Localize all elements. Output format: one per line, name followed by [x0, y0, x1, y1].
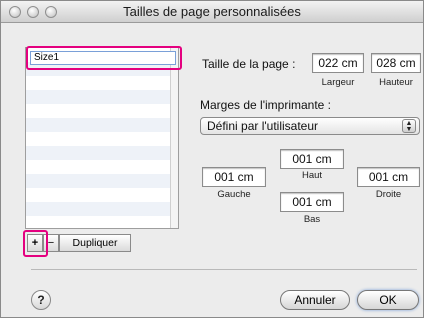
left-margin-label: Gauche: [217, 189, 251, 200]
duplicate-button[interactable]: Dupliquer: [59, 234, 131, 252]
width-label: Largeur: [321, 77, 355, 88]
page-height-field[interactable]: 028 cm: [371, 53, 421, 73]
height-label: Hauteur: [379, 77, 413, 88]
cancel-button[interactable]: Annuler: [280, 290, 350, 310]
list-item[interactable]: [26, 90, 178, 104]
list-item[interactable]: [26, 160, 178, 174]
left-margin-field[interactable]: 001 cm: [202, 167, 266, 187]
list-item[interactable]: [26, 146, 178, 160]
footer-divider: [31, 269, 417, 270]
list-scrollbar[interactable]: [170, 48, 178, 228]
list-item[interactable]: [26, 174, 178, 188]
add-button-highlight-box: [23, 230, 48, 257]
page-size-label: Taille de la page :: [202, 57, 296, 71]
page-sizes-list[interactable]: [25, 47, 179, 229]
custom-page-size-dialog: Tailles de page personnalisées Size1 + −…: [0, 0, 424, 318]
title-bar: Tailles de page personnalisées: [1, 1, 423, 23]
popup-arrows-icon: ▲ ▼: [402, 119, 416, 133]
list-item[interactable]: [26, 104, 178, 118]
top-margin-label: Haut: [301, 170, 323, 181]
top-margin-field[interactable]: 001 cm: [280, 149, 344, 169]
list-item[interactable]: [26, 216, 178, 228]
margins-preset-value: Défini par l'utilisateur: [207, 119, 319, 133]
bottom-margin-field[interactable]: 001 cm: [280, 192, 344, 212]
bottom-margin-label: Bas: [303, 214, 321, 225]
right-margin-label: Droite: [375, 189, 402, 200]
page-width-field[interactable]: 022 cm: [312, 53, 364, 73]
window-title: Tailles de page personnalisées: [123, 4, 301, 19]
list-item[interactable]: [26, 118, 178, 132]
help-button[interactable]: ?: [31, 290, 51, 310]
ok-button[interactable]: OK: [357, 290, 419, 310]
list-item[interactable]: [26, 202, 178, 216]
printer-margins-label: Marges de l'imprimante :: [200, 98, 332, 112]
list-item[interactable]: [26, 76, 178, 90]
margins-preset-popup[interactable]: Défini par l'utilisateur ▲ ▼: [200, 117, 420, 135]
list-item[interactable]: [26, 132, 178, 146]
list-item[interactable]: [26, 188, 178, 202]
right-margin-field[interactable]: 001 cm: [357, 167, 420, 187]
name-highlight-box: [26, 46, 182, 70]
